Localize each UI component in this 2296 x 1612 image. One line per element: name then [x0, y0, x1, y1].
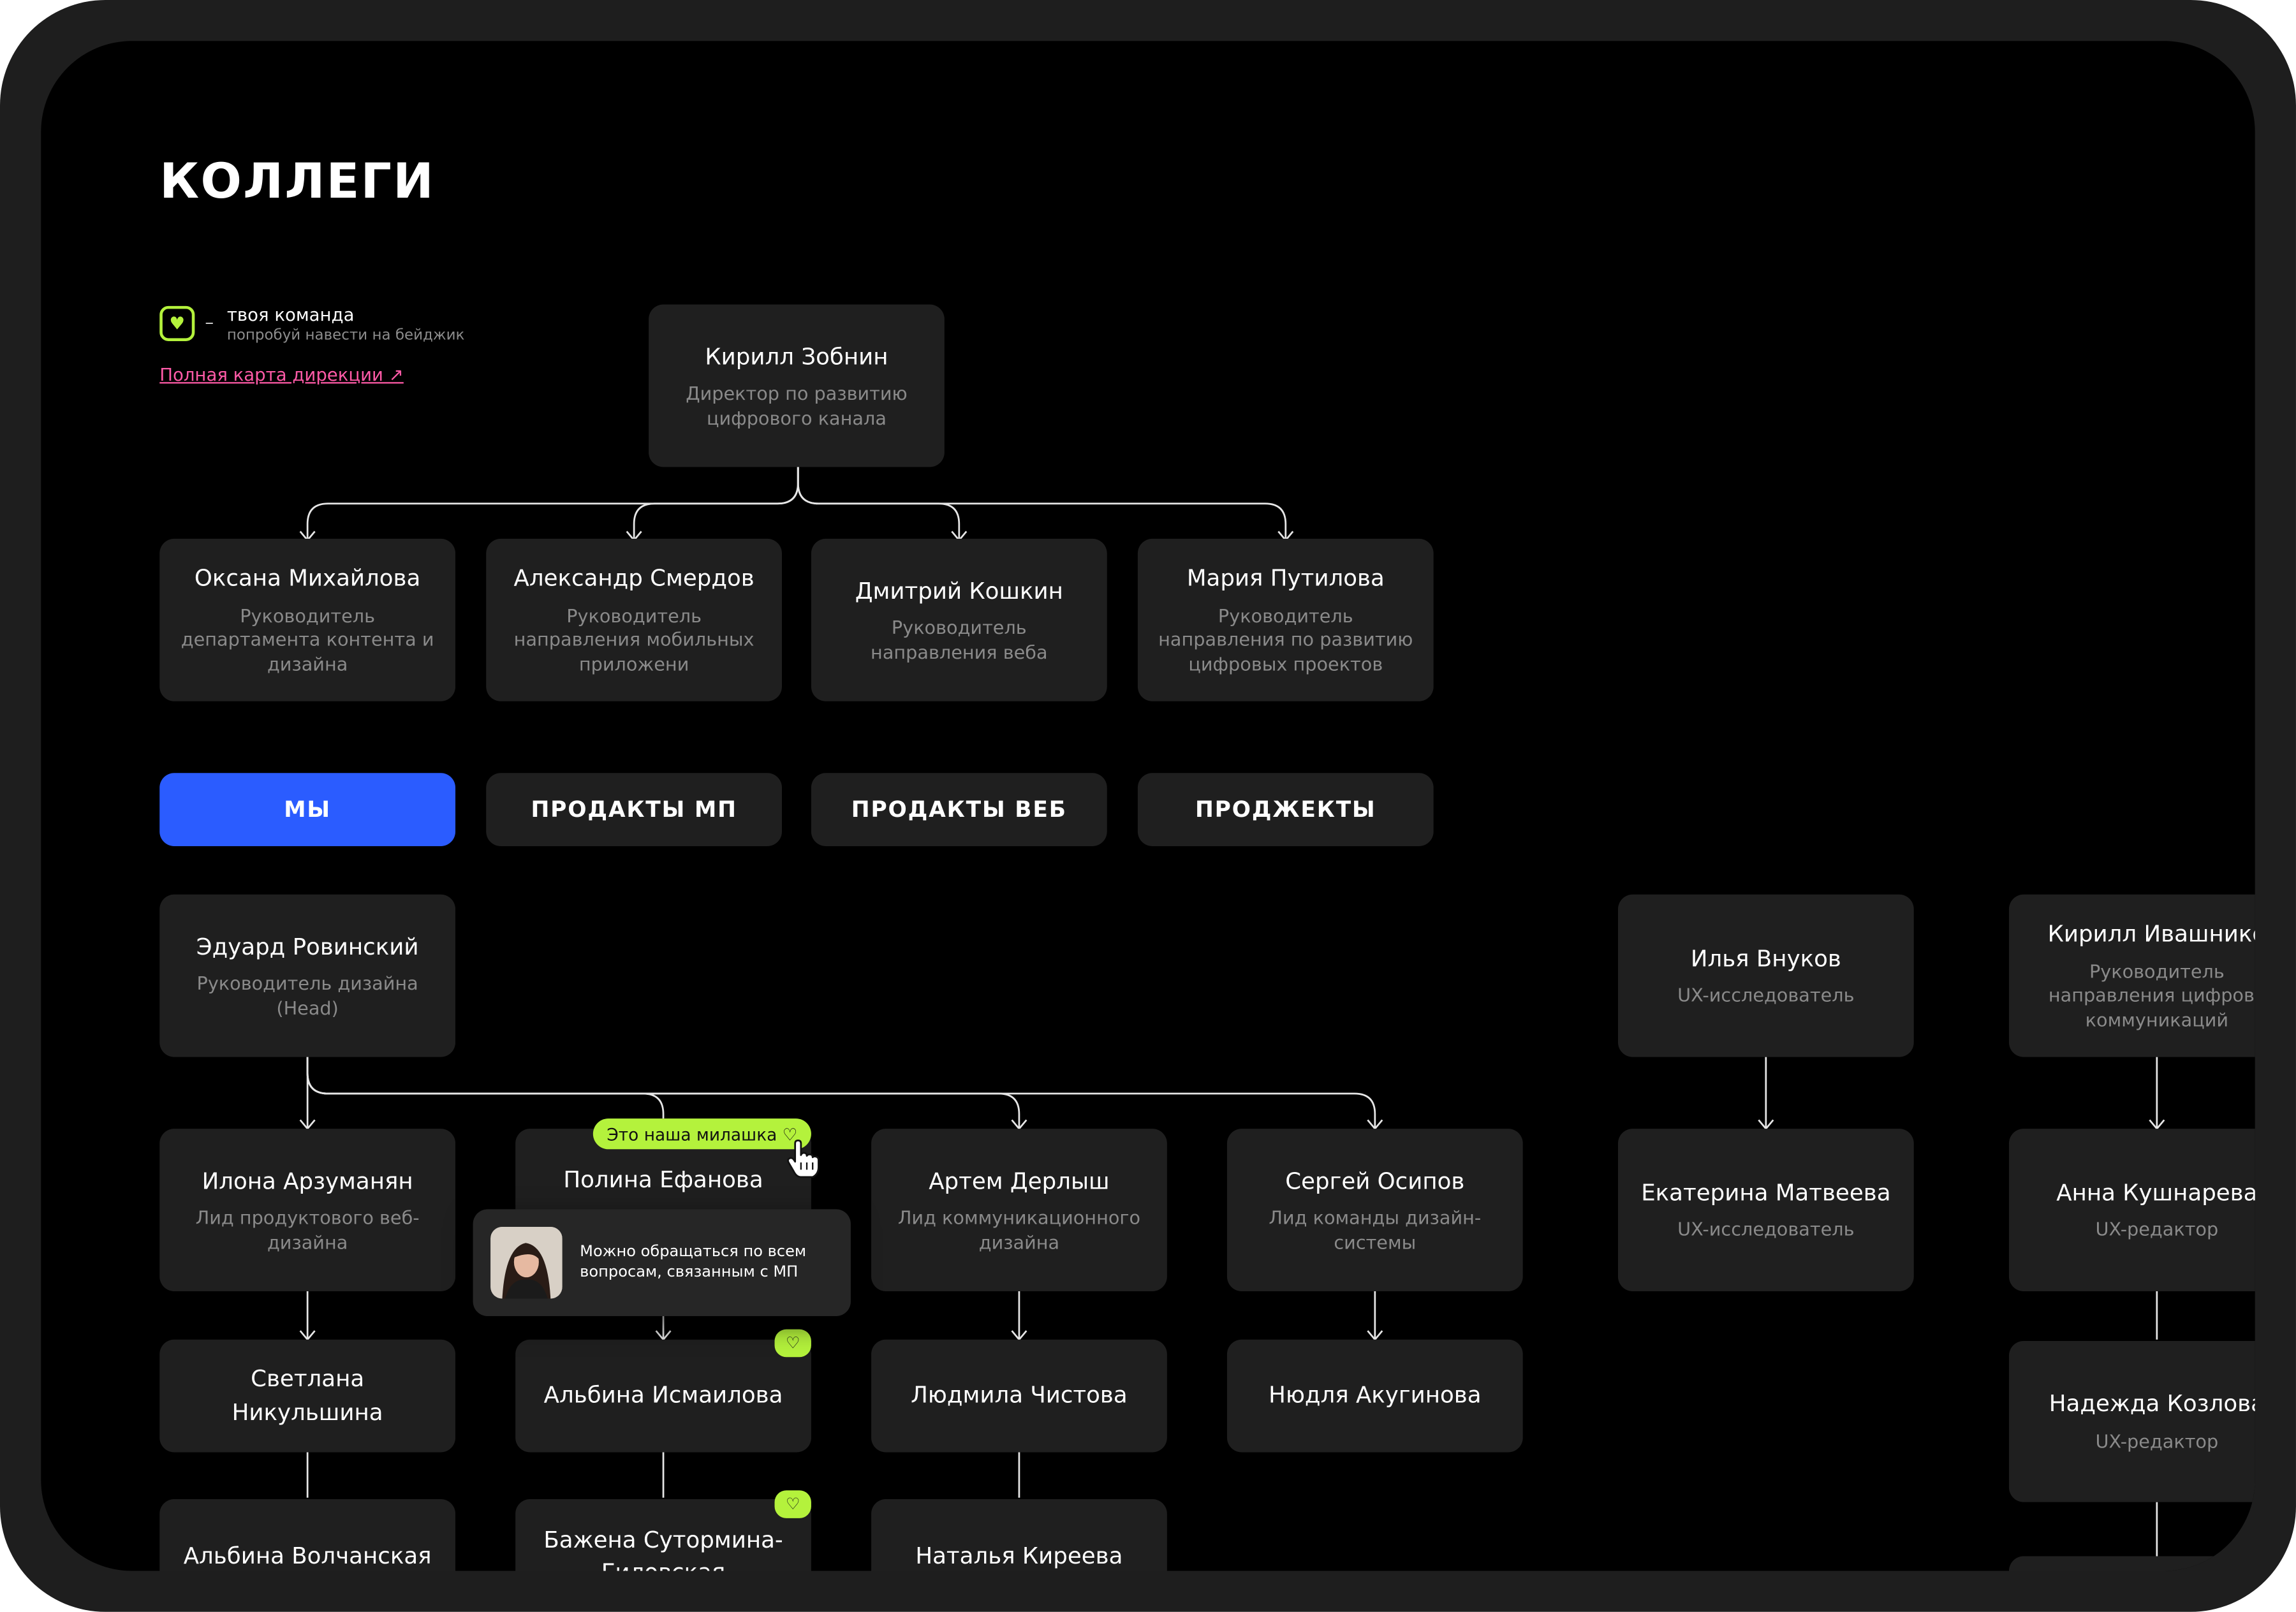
person-name: Альбина Исмаилова	[543, 1382, 783, 1409]
director-card[interactable]: Кирилл Зобнин Директор по развитию цифро…	[649, 304, 945, 467]
hand-cursor-icon	[787, 1139, 820, 1178]
person-role: Руководитель направления цифровь коммуни…	[2048, 960, 2255, 1031]
ux-lead-card[interactable]: Кирилл Ивашнико Руководитель направления…	[2008, 894, 2255, 1057]
heart-badge-icon: ♥	[159, 305, 195, 341]
member-card[interactable]: Светлана Никульшина	[159, 1339, 456, 1453]
person-name: Альбина Волчанская	[183, 1542, 432, 1570]
lead-card[interactable]: Илона Арзуманян Лид продуктового веб-диз…	[159, 1129, 456, 1291]
person-role: Руководитель направления по развитию циф…	[1158, 604, 1413, 675]
lead-card[interactable]: Артем Дерлыш Лид коммуникационного дизай…	[871, 1129, 1167, 1291]
member-card[interactable]: Бажена Сутормина-Гиловская	[515, 1499, 811, 1571]
person-role: UX-редактор	[2095, 1430, 2219, 1453]
design-head-card[interactable]: Эдуард Ровинский Руководитель дизайна (H…	[159, 894, 456, 1057]
head-card[interactable]: Мария Путилова Руководитель направления …	[1137, 538, 1434, 701]
person-role: Руководитель направления мобильных прило…	[513, 604, 754, 675]
person-name: Илья Внуков	[1690, 946, 1841, 972]
member-card[interactable]: Наталья Киреева	[871, 1499, 1167, 1571]
person-name: Мария Путилова	[1186, 565, 1385, 592]
popup-text: Можно обращаться по всем вопросам, связа…	[580, 1243, 807, 1281]
person-name: Бажена Сутормина-Гиловская	[543, 1527, 783, 1571]
ux-editor-card[interactable]: Надежда Козлова UX-редактор	[2008, 1341, 2255, 1502]
person-name: Оксана Михайлова	[194, 565, 421, 592]
full-map-link[interactable]: Полная карта дирекции ↗	[159, 365, 404, 385]
hover-tooltip-label: Это наша милашка ♡	[592, 1118, 811, 1150]
person-name: Эдуард Ровинский	[196, 933, 419, 960]
person-name: Анна Кушнарева	[2056, 1180, 2255, 1206]
person-name: Александр Смердов	[513, 565, 754, 592]
avatar	[490, 1226, 563, 1299]
ux-editor-card[interactable]: Анна Кушнарева UX-редактор	[2008, 1129, 2255, 1291]
person-name: Илона Арзуманян	[202, 1168, 413, 1194]
lead-card[interactable]: Сергей Осипов Лид команды дизайн-системы	[1226, 1129, 1523, 1291]
person-role: UX-исследователь	[1677, 1219, 1855, 1241]
app-screen: КОЛЛЕГИ ♥ – твоя команда попробуй навест…	[41, 41, 2255, 1571]
person-role: Руководитель дизайна (Head)	[196, 972, 418, 1019]
person-name: Кирилл Зобнин	[705, 343, 888, 370]
legend-title: твоя команда	[226, 304, 355, 325]
member-card[interactable]: Альбина Исмаилова	[515, 1339, 811, 1453]
head-card[interactable]: Оксана Михайлова Руководитель департамен…	[159, 538, 456, 701]
page-title: КОЛЛЕГИ	[159, 152, 435, 210]
member-card[interactable]: Альбина Волчанская	[159, 1499, 456, 1571]
team-badge[interactable]: ♡	[774, 1490, 811, 1518]
person-role: Лид продуктового веб-дизайна	[195, 1206, 420, 1253]
team-badge[interactable]: ♡	[774, 1329, 811, 1358]
member-card[interactable]: Людмила Чистова	[871, 1339, 1167, 1453]
person-name: Светлана Никульшина	[232, 1366, 383, 1426]
person-name: Екатерина Матвеева	[1641, 1180, 1891, 1206]
tab-projects[interactable]: ПРОДЖЕКТЫ	[1137, 773, 1434, 847]
member-card[interactable]: Нюдля Акугинова	[1226, 1339, 1523, 1453]
person-name: Надежда Козлова	[2049, 1391, 2255, 1418]
person-name: Кирилл Ивашнико	[2047, 921, 2255, 948]
person-role: Лид коммуникационного дизайна	[897, 1206, 1141, 1253]
researcher-card[interactable]: Илья Внуков UX-исследователь	[1617, 894, 1914, 1057]
person-role: Директор по развитию цифрового канала	[686, 382, 908, 429]
person-name: Артем Дерлыш	[929, 1168, 1110, 1194]
person-name: Нюдля Акугинова	[1269, 1382, 1482, 1409]
person-role: Руководитель направления веба	[871, 616, 1048, 663]
legend-hint: попробуй навести на бейджик	[226, 328, 465, 344]
person-role: UX-исследователь	[1677, 984, 1855, 1007]
hover-popup: Можно обращаться по всем вопросам, связа…	[473, 1209, 851, 1317]
person-name: Людмила Чистова	[911, 1382, 1128, 1409]
person-name: Сергей Осипов	[1285, 1168, 1465, 1194]
ux-editor-card[interactable]	[2008, 1556, 2255, 1571]
head-card[interactable]: Александр Смердов Руководитель направлен…	[486, 538, 783, 701]
person-role: Лид команды дизайн-системы	[1269, 1206, 1482, 1253]
legend-dash: –	[205, 312, 214, 333]
person-role: UX-редактор	[2095, 1219, 2219, 1241]
person-name: Наталья Киреева	[915, 1542, 1123, 1570]
head-card[interactable]: Дмитрий Кошкин Руководитель направления …	[811, 538, 1107, 701]
device-frame: КОЛЛЕГИ ♥ – твоя команда попробуй навест…	[0, 0, 2296, 1612]
person-name: Полина Ефанова	[563, 1166, 763, 1194]
person-name: Дмитрий Кошкин	[855, 578, 1063, 604]
tab-products-web[interactable]: ПРОДАКТЫ ВЕБ	[811, 773, 1107, 847]
tab-products-mp[interactable]: ПРОДАКТЫ МП	[486, 773, 783, 847]
tab-my[interactable]: МЫ	[159, 773, 456, 847]
researcher-card[interactable]: Екатерина Матвеева UX-исследователь	[1617, 1129, 1914, 1291]
person-role: Руководитель департамента контента и диз…	[180, 604, 434, 675]
